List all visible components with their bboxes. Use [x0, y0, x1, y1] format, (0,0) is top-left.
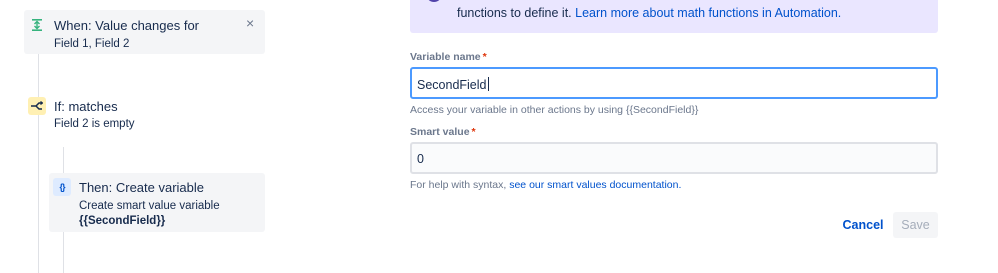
rule-connector-line: [38, 52, 39, 273]
action-card[interactable]: {} Then: Create variable Create smart va…: [49, 173, 265, 232]
math-functions-link[interactable]: Learn more about math functions in Autom…: [575, 6, 841, 20]
variable-name-input[interactable]: SecondField: [410, 67, 938, 99]
smart-value-value: 0: [417, 152, 424, 166]
condition-detail: Field 2 is empty: [54, 118, 135, 130]
braces-icon: {}: [53, 178, 71, 196]
required-marker: *: [482, 51, 487, 63]
info-banner: functions to define it. Learn more about…: [410, 0, 938, 33]
smart-value-label-text: Smart value: [410, 126, 470, 138]
info-icon: [426, 0, 442, 2]
action-variable: {{SecondField}}: [79, 215, 166, 227]
branch-condition-icon: [28, 97, 46, 115]
smart-values-docs-link[interactable]: see our smart values documentation.: [509, 179, 681, 191]
info-message: functions to define it.: [457, 6, 572, 20]
automation-rule-editor: When: Value changes for Field 1, Field 2…: [0, 0, 998, 273]
cancel-button[interactable]: Cancel: [838, 212, 888, 238]
variable-name-label-text: Variable name: [410, 51, 481, 63]
info-text: functions to define it. Learn more about…: [457, 6, 841, 20]
trigger-fields: Field 1, Field 2: [54, 38, 130, 50]
variable-name-help: Access your variable in other actions by…: [410, 104, 699, 116]
smart-value-help: For help with syntax, see our smart valu…: [410, 179, 681, 191]
trigger-icon: [28, 16, 46, 34]
close-icon[interactable]: ×: [246, 16, 258, 30]
smart-value-label: Smart value *: [410, 126, 476, 138]
variable-name-label: Variable name *: [410, 51, 487, 63]
trigger-title: When: Value changes for: [54, 18, 200, 33]
smart-value-help-prefix: For help with syntax,: [410, 179, 507, 191]
smart-value-input[interactable]: 0: [410, 142, 938, 174]
save-button[interactable]: Save: [893, 212, 938, 238]
action-title: Then: Create variable: [79, 180, 205, 195]
action-detail: Create smart value variable: [79, 200, 220, 212]
text-caret: [487, 77, 489, 91]
trigger-card[interactable]: When: Value changes for Field 1, Field 2…: [24, 10, 265, 54]
required-marker: *: [471, 126, 476, 138]
variable-name-value: SecondField: [417, 78, 487, 92]
condition-title[interactable]: If: matches: [54, 99, 118, 114]
